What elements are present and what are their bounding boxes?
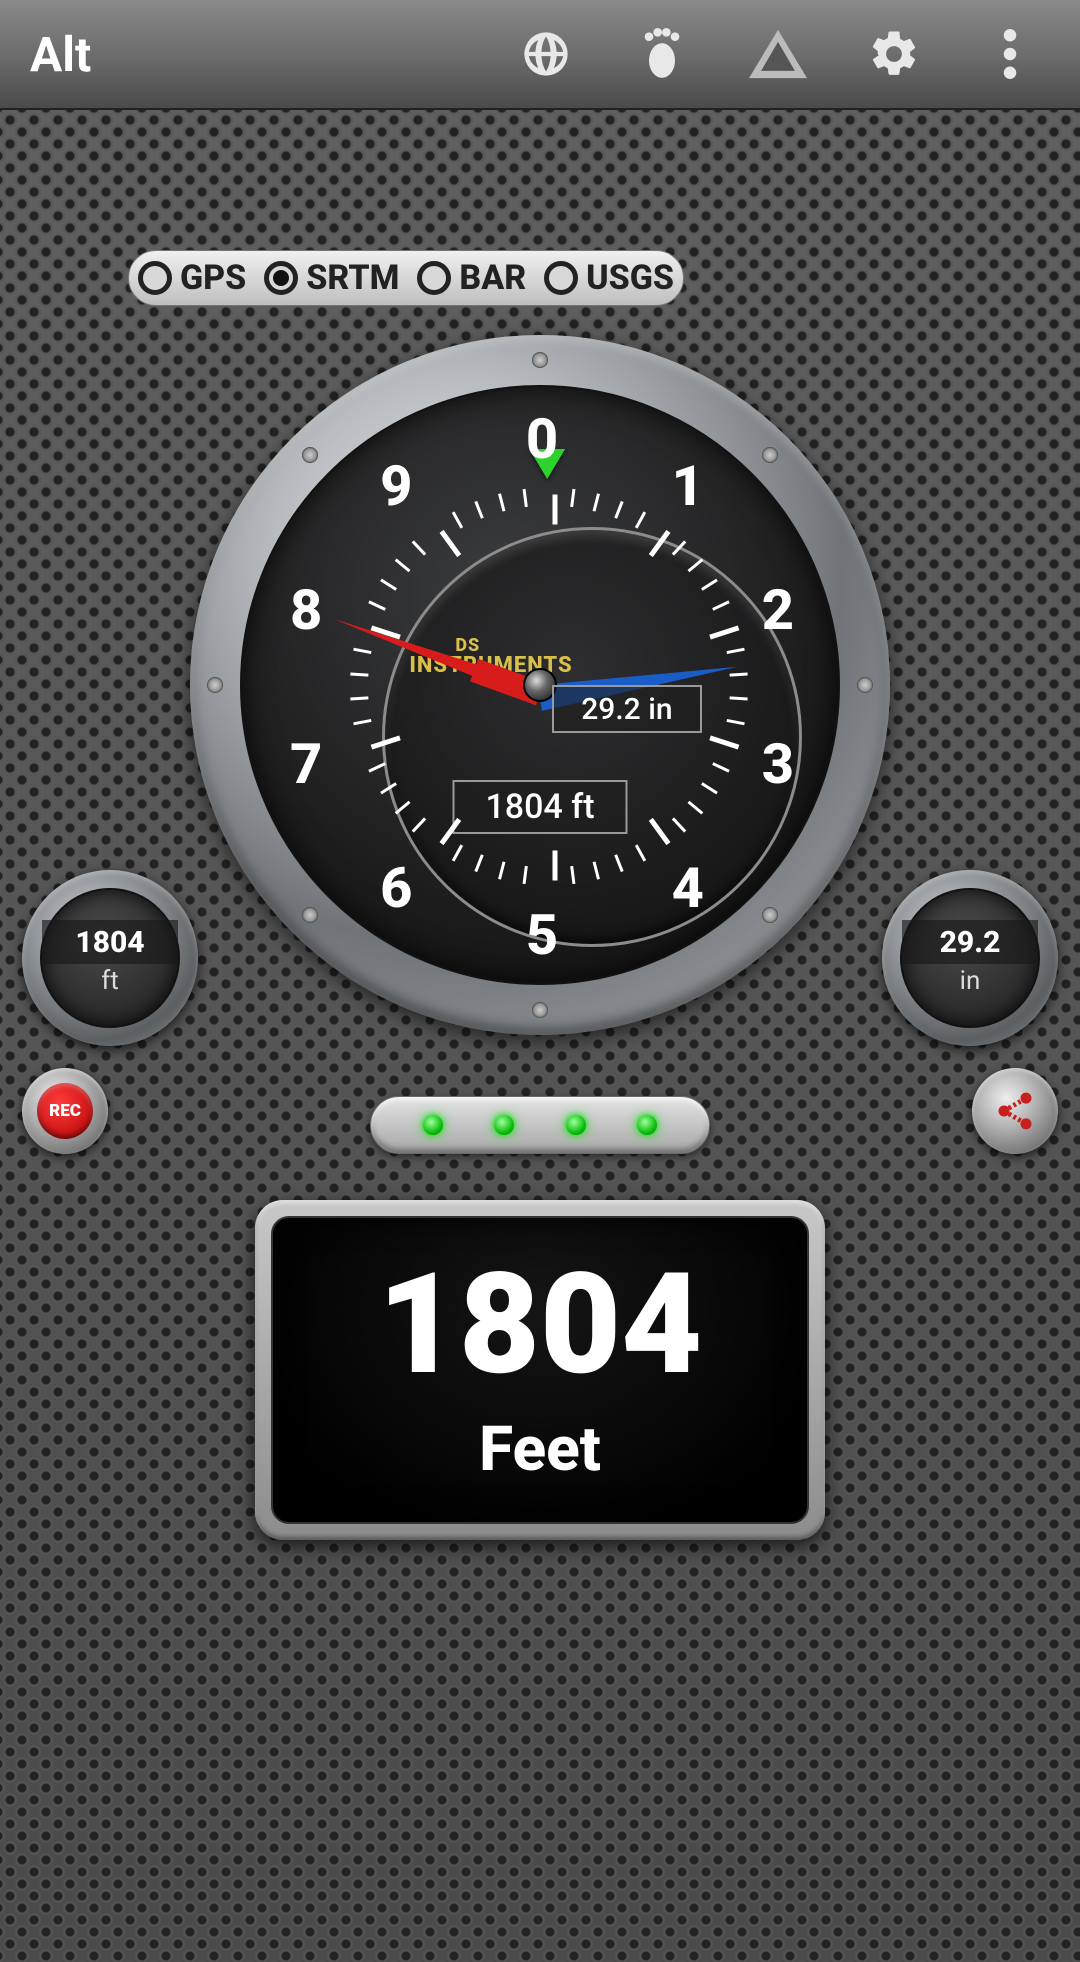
gauge-altitude-readout: 1804 ft [453,780,628,834]
dial-number: 7 [290,731,322,797]
globe-icon[interactable] [516,24,576,84]
source-option-label: BAR [459,258,526,298]
app-bar: Alt [0,0,1080,110]
source-selector: GPS SRTM BAR USGS [128,250,684,306]
overflow-menu-icon[interactable] [980,24,1040,84]
dial-number: 2 [762,577,794,643]
radio-icon [264,261,298,295]
main-panel: GPSSRTMBARUSGS DS INSTRUMENTS 29.2 in 18… [0,110,1080,1962]
source-option-usgs[interactable]: USGS [538,258,680,298]
mountain-icon[interactable] [748,24,808,84]
status-led [566,1115,586,1135]
mini-gauge-face: 1804 ft [40,888,180,1028]
mini-gauge-face: 29.2 in [900,888,1040,1028]
digital-altitude-value: 1804 [378,1255,703,1395]
share-icon [993,1089,1037,1133]
mini-altitude-unit: ft [101,966,119,996]
radio-icon [417,261,451,295]
gauge-face: DS INSTRUMENTS 29.2 in 1804 ft 012345678… [240,385,840,985]
digital-readout: 1804 Feet [255,1200,825,1540]
footprint-icon[interactable] [632,24,692,84]
dial-number: 3 [762,731,794,797]
share-button[interactable] [972,1068,1058,1154]
mini-gauge-altitude[interactable]: 1804 ft [22,870,198,1046]
gps-status-leds[interactable] [370,1096,710,1154]
mini-gauge-pressure[interactable]: 29.2 in [882,870,1058,1046]
digital-screen: 1804 Feet [271,1216,809,1524]
inner-dial-ring [382,527,802,947]
source-option-gps[interactable]: GPS [132,258,252,298]
source-option-label: SRTM [306,258,399,298]
status-led [494,1115,514,1135]
digital-altitude-unit: Feet [479,1413,601,1486]
mini-pressure-unit: in [960,966,981,996]
gear-icon[interactable] [864,24,924,84]
mini-altitude-value: 1804 [42,920,178,964]
altimeter-gauge: DS INSTRUMENTS 29.2 in 1804 ft 012345678… [190,335,890,1035]
dial-number: 5 [526,902,558,968]
app-title: Alt [30,26,91,83]
record-icon: REC [37,1083,93,1139]
kollsman-window: 29.2 in [552,685,702,733]
status-led [423,1115,443,1135]
radio-icon [138,261,172,295]
source-option-bar[interactable]: BAR [411,258,532,298]
source-option-label: USGS [586,258,674,298]
source-option-label: GPS [180,258,246,298]
dial-number: 0 [526,406,558,472]
mini-pressure-value: 29.2 [902,920,1038,964]
dial-number: 6 [380,855,412,921]
record-button[interactable]: REC [22,1068,108,1154]
appbar-actions [516,24,1040,84]
radio-icon [544,261,578,295]
status-led [637,1115,657,1135]
source-option-srtm[interactable]: SRTM [258,258,405,298]
dial-number: 9 [380,453,412,519]
dial-number: 4 [672,855,704,921]
dial-number: 1 [672,453,704,519]
dial-number: 8 [290,577,322,643]
